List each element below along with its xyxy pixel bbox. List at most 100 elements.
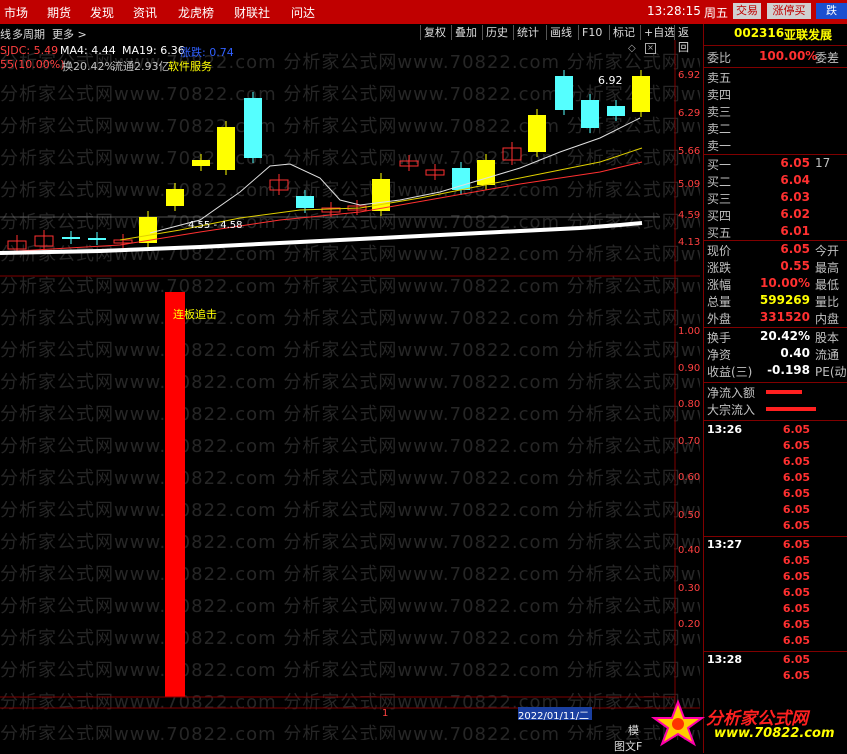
quote-extra-label: 股本 [815, 331, 840, 345]
quote-extra-label: 内盘 [815, 312, 840, 326]
indicator-axis-label: 0.60 [678, 472, 701, 483]
add-watchlist-button[interactable]: +自选 [640, 25, 678, 40]
quote-panel: 002316 亚联发展 委比 100.00% 委差 卖五 卖四 卖三 卖二 卖一 买一 6… [703, 24, 847, 753]
sell-level-label: 卖一 [707, 139, 732, 153]
quote-value: 6.04 [780, 173, 810, 187]
tick-price: 6.05 [782, 471, 810, 484]
top-menu-bar: 市场 期货 发现 资讯 龙虎榜 财联社 问达 13:28:15 周五 交易 涨停… [0, 0, 847, 24]
flow-label: 净流入额 [707, 386, 756, 400]
clock: 13:28:15 [647, 4, 701, 18]
buy-level-label: 买三 [707, 192, 732, 206]
quote-row: 卖一 [704, 137, 847, 153]
draw-line-button[interactable]: 画线 [546, 25, 575, 40]
tick-price: 6.05 [782, 487, 810, 500]
weicha-label: 委差 [815, 51, 840, 65]
bottom-marker: 1 [382, 708, 389, 719]
candle [192, 160, 210, 166]
menu-cailianshe[interactable]: 财联社 [234, 4, 270, 21]
tick-price: 6.05 [782, 503, 810, 516]
weibi-value: 100.00% [759, 49, 818, 63]
quote-value: 6.05 [780, 242, 810, 256]
tick-price: 6.05 [782, 538, 810, 551]
stat-label: 收益(三) [707, 365, 753, 379]
sell-level-label: 卖二 [707, 122, 732, 136]
logo-icon [650, 699, 706, 747]
tick-row: 6.05 [704, 471, 847, 487]
tick-row: 6.05 [704, 602, 847, 618]
quote-value: 0.55 [780, 259, 810, 273]
kline-chart[interactable] [0, 40, 700, 730]
tick-time: 13:28 [707, 653, 743, 666]
indicator-axis-label: 0.30 [678, 583, 701, 594]
mode-label[interactable]: 模 [628, 722, 639, 738]
candle [88, 238, 106, 240]
history-button[interactable]: 历史 [482, 25, 511, 40]
signal-label: 连板追击 [173, 308, 217, 321]
mark-button[interactable]: 标记 [609, 25, 638, 40]
menu-market[interactable]: 市场 [4, 4, 28, 21]
limit-down-button[interactable]: 跌 [816, 3, 847, 19]
buy-level-label: 买五 [707, 226, 732, 240]
tick-price: 6.05 [782, 634, 810, 647]
menu-futures[interactable]: 期货 [47, 4, 71, 21]
flow-bar [766, 390, 802, 394]
tick-row: 13:26 6.05 [704, 423, 847, 439]
tick-row: 6.05 [704, 618, 847, 634]
candle [372, 179, 390, 211]
back-button[interactable]: 返回 [674, 25, 700, 54]
quote-row: 卖四 [704, 86, 847, 102]
tick-row: 13:28 6.05 [704, 653, 847, 669]
menu-wenda[interactable]: 问达 [291, 4, 315, 21]
stat-label: 净资 [707, 348, 732, 362]
logo-url: www.70822.com [714, 726, 835, 741]
quote-row: 净资 0.40 流通 [704, 346, 847, 362]
candle [244, 98, 262, 158]
tick-time: 13:26 [707, 423, 743, 436]
mode-label-2[interactable]: 图文F [614, 738, 642, 754]
stat-label: 涨跌 [707, 261, 732, 275]
quote-extra-label: 最低 [815, 278, 840, 292]
overlay-button[interactable]: 叠加 [451, 25, 480, 40]
quote-extra-label: 流通 [815, 348, 840, 362]
weibi-label: 委比 [707, 51, 732, 65]
quote-value: 6.03 [780, 190, 810, 204]
fuquan-button[interactable]: 复权 [420, 25, 449, 40]
indicator-axis-label: 0.40 [678, 545, 701, 556]
limit-up-buy-button[interactable]: 涨停买 [767, 3, 811, 19]
quote-row: 卖三 [704, 103, 847, 119]
candle [632, 76, 650, 112]
f10-button[interactable]: F10 [578, 25, 605, 40]
tick-price: 6.05 [782, 570, 810, 583]
quote-row: 买一 6.05 17 [704, 156, 847, 172]
quote-row: 总量 599269 量比 [704, 293, 847, 309]
price-axis-label: 4.13 [678, 237, 701, 248]
tick-row: 6.05 [704, 570, 847, 586]
price-axis-label: 6.92 [678, 70, 701, 81]
tick-price: 6.05 [782, 439, 810, 452]
quote-row: 卖五 [704, 69, 847, 85]
flow-row: 净流入额 [704, 384, 847, 400]
menu-discover[interactable]: 发现 [90, 4, 114, 21]
tick-price: 6.05 [782, 586, 810, 599]
menu-dragon-tiger[interactable]: 龙虎榜 [178, 4, 214, 21]
stats-button[interactable]: 统计 [513, 25, 542, 40]
weekday: 周五 [704, 6, 729, 20]
sell-level-label: 卖五 [707, 71, 732, 85]
quote-value: 599269 [759, 293, 810, 307]
trade-button[interactable]: 交易 [733, 3, 761, 19]
tick-price: 6.05 [782, 602, 810, 615]
menu-news[interactable]: 资讯 [133, 4, 157, 21]
tick-price: 6.05 [782, 554, 810, 567]
tick-row: 6.05 [704, 503, 847, 519]
quote-value: 20.42% [760, 329, 810, 343]
candle [217, 127, 235, 170]
quote-row: 买五 6.01 [704, 224, 847, 240]
sell-level-label: 卖三 [707, 105, 732, 119]
candle [528, 115, 546, 152]
tick-price: 6.05 [782, 669, 810, 682]
candle [607, 106, 625, 116]
quote-row: 外盘 331520 内盘 [704, 310, 847, 326]
tick-row: 6.05 [704, 554, 847, 570]
quote-extra-label: 17 [815, 156, 831, 170]
buy-level-label: 买一 [707, 158, 732, 172]
